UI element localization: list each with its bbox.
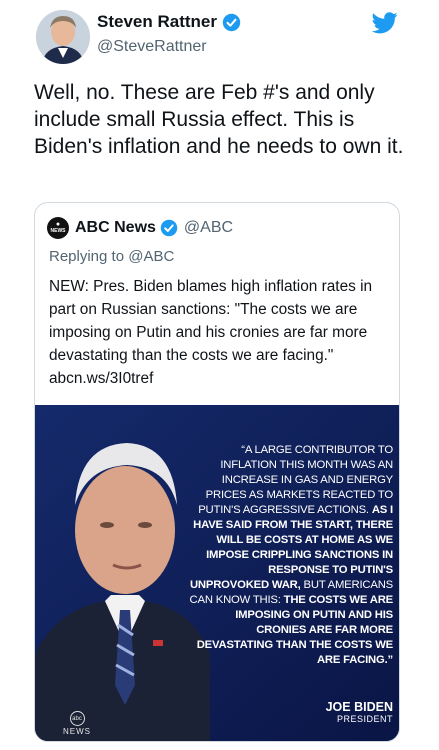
twitter-bird-icon — [372, 12, 398, 34]
image-quote: “A large contributor to inflation this m… — [188, 443, 394, 668]
tweet[interactable]: Steven Rattner @SteveRattner Well, no. T… — [0, 0, 439, 750]
avatar-photo — [36, 10, 90, 64]
author-handle[interactable]: @SteveRattner — [97, 38, 207, 56]
abc-watermark-logo: abc — [69, 711, 85, 726]
attribution-name: JOE BIDEN — [325, 700, 393, 714]
quoted-text: NEW: Pres. Biden blames high inflation r… — [49, 278, 373, 387]
quote-regular-1: “A large contributor to inflation this m… — [198, 444, 393, 516]
quoted-author-handle[interactable]: @ABC — [184, 219, 233, 237]
quoted-tweet[interactable]: ● NEWS ABC News @ABC Replying to @ABC NEW… — [34, 202, 400, 742]
abc-news-watermark: abc NEWS — [63, 711, 91, 736]
quote-bold-1: As I have said from the start, there wil… — [189, 504, 393, 591]
attribution-title: PRESIDENT — [336, 714, 393, 724]
quote-attribution: JOE BIDEN PRESIDENT — [326, 700, 393, 724]
verified-badge-icon — [222, 13, 241, 31]
author-name[interactable]: Steven Rattner — [97, 12, 217, 32]
avatar[interactable] — [36, 10, 90, 64]
author-name-row: Steven Rattner — [97, 12, 241, 32]
quoted-author-name[interactable]: ABC News — [75, 219, 156, 237]
verified-badge-icon — [160, 219, 178, 237]
replying-to[interactable]: Replying to @ABC — [49, 248, 174, 265]
tweet-text: Well, no. These are Feb #'s and only inc… — [34, 81, 404, 158]
abc-watermark-label: NEWS — [63, 727, 91, 736]
abc-news-logo: ● NEWS — [47, 217, 69, 239]
quoted-image[interactable]: “A large contributor to inflation this m… — [35, 405, 399, 741]
quoted-header: ● NEWS ABC News @ABC — [47, 217, 233, 239]
abc-logo-text: NEWS — [50, 228, 66, 234]
